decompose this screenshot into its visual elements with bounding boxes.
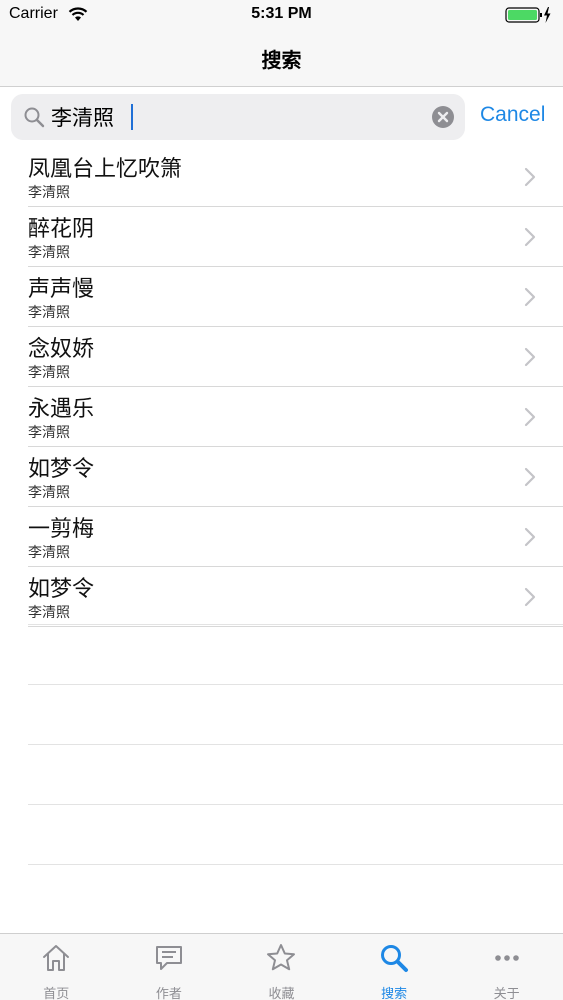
poem-title: 声声慢 [28, 277, 95, 302]
chevron-right-icon [523, 166, 537, 192]
search-icon [23, 106, 45, 132]
list-item[interactable]: 醉花阴 李清照 [0, 207, 563, 267]
tab-search[interactable]: 搜索 [338, 934, 451, 1000]
list-item[interactable]: 永遇乐 李清照 [0, 387, 563, 447]
poem-author: 李清照 [28, 545, 70, 561]
search-input[interactable] [51, 99, 421, 135]
tab-home[interactable]: 首页 [0, 934, 113, 1000]
more-icon [491, 942, 523, 978]
text-cursor [131, 104, 133, 130]
chevron-right-icon [523, 526, 537, 552]
empty-row-divider [28, 864, 563, 924]
tab-label: 收藏 [268, 987, 295, 1000]
poem-title: 醉花阴 [28, 217, 95, 242]
battery-icon [505, 6, 553, 28]
search-icon [378, 942, 410, 978]
list-item[interactable]: 一剪梅 李清照 [0, 507, 563, 567]
tab-about[interactable]: 关于 [450, 934, 563, 1000]
empty-row-divider [28, 684, 563, 744]
poem-title: 如梦令 [28, 577, 95, 602]
poem-author: 李清照 [28, 425, 70, 441]
chat-icon [153, 942, 185, 978]
empty-row-divider [28, 804, 563, 864]
chevron-right-icon [523, 346, 537, 372]
navigation-bar: 搜索 [0, 30, 563, 87]
poem-title: 一剪梅 [28, 517, 95, 542]
empty-rows [28, 624, 563, 924]
star-icon [265, 942, 297, 978]
cancel-button[interactable]: Cancel [480, 103, 545, 127]
home-icon [40, 942, 72, 978]
poem-title: 凤凰台上忆吹箫 [28, 157, 183, 182]
poem-author: 李清照 [28, 485, 70, 501]
poem-title: 如梦令 [28, 457, 95, 482]
list-item[interactable]: 如梦令 李清照 [0, 567, 563, 627]
chevron-right-icon [523, 466, 537, 492]
chevron-right-icon [523, 406, 537, 432]
tab-label: 搜索 [381, 987, 408, 1000]
clear-icon[interactable] [432, 106, 454, 128]
poem-title: 念奴娇 [28, 337, 95, 362]
tab-authors[interactable]: 作者 [113, 934, 226, 1000]
tab-label: 作者 [155, 987, 182, 1000]
empty-row-divider [28, 624, 563, 684]
results-list: 凤凰台上忆吹箫 李清照 醉花阴 李清照 声声慢 李清照 念奴娇 李清照 永遇乐 … [0, 147, 563, 627]
tab-bar: 首页 作者 收藏 搜索 关于 [0, 933, 563, 1000]
status-bar: Carrier 5:31 PM [0, 0, 563, 30]
list-item[interactable]: 声声慢 李清照 [0, 267, 563, 327]
poem-title: 永遇乐 [28, 397, 95, 422]
search-bar: Cancel [0, 87, 563, 147]
search-field[interactable] [11, 94, 465, 140]
poem-author: 李清照 [28, 245, 70, 261]
poem-author: 李清照 [28, 185, 70, 201]
clock: 5:31 PM [251, 5, 312, 22]
chevron-right-icon [523, 286, 537, 312]
poem-author: 李清照 [28, 305, 70, 321]
chevron-right-icon [523, 226, 537, 252]
poem-author: 李清照 [28, 365, 70, 381]
tab-favorites[interactable]: 收藏 [225, 934, 338, 1000]
chevron-right-icon [523, 586, 537, 612]
page-title: 搜索 [261, 48, 302, 72]
tab-label: 首页 [43, 987, 70, 1000]
poem-author: 李清照 [28, 605, 70, 621]
list-item[interactable]: 念奴娇 李清照 [0, 327, 563, 387]
list-item[interactable]: 如梦令 李清照 [0, 447, 563, 507]
list-item[interactable]: 凤凰台上忆吹箫 李清照 [0, 147, 563, 207]
empty-row-divider [28, 744, 563, 804]
tab-label: 关于 [493, 987, 520, 1000]
